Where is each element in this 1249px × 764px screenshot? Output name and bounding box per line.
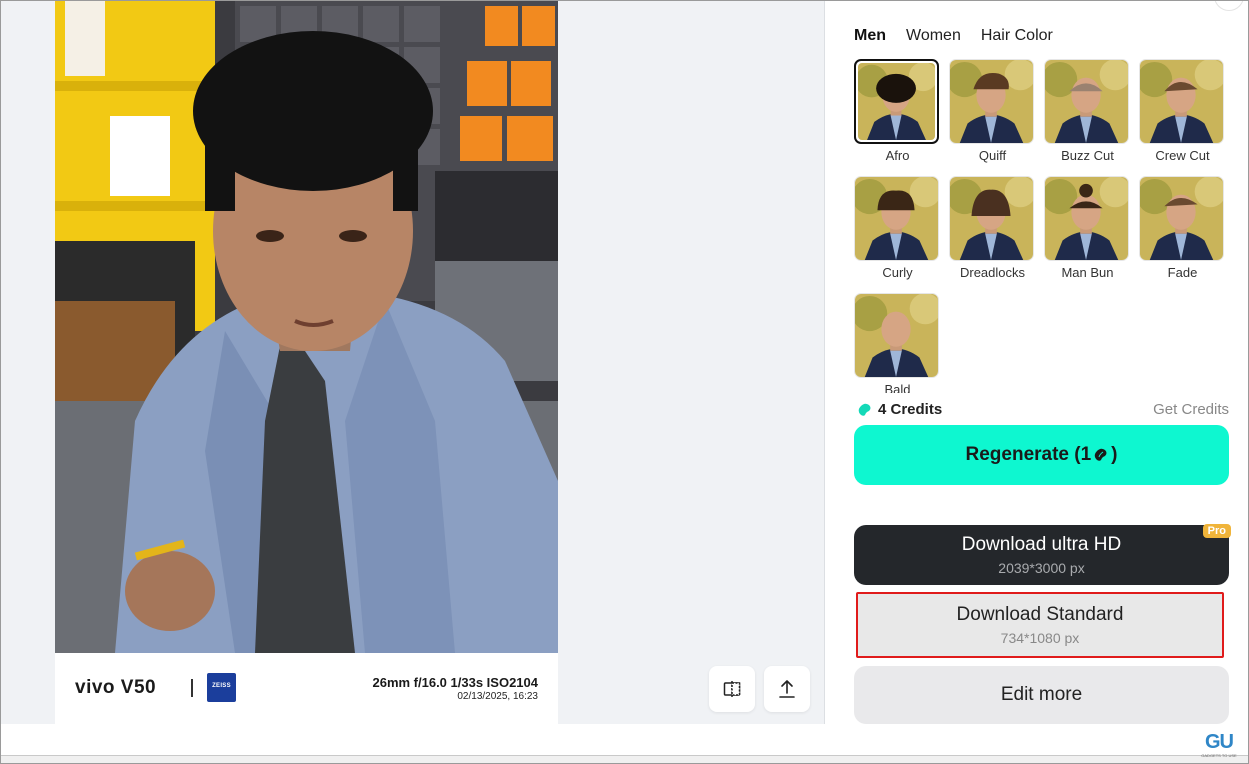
get-credits-link[interactable]: Get Credits [1153, 401, 1229, 418]
download-ultra-label: Download ultra HD [961, 534, 1122, 555]
download-standard-button[interactable]: Download Standard 734*1080 px [856, 592, 1224, 658]
style-crew-cut[interactable]: Crew Cut [1139, 59, 1226, 163]
download-ultra-hd-button[interactable]: Pro Download ultra HD 2039*3000 px [854, 524, 1231, 585]
style-curly[interactable]: Curly [854, 176, 941, 280]
style-thumbnail [1139, 176, 1224, 261]
compare-split-icon [723, 681, 741, 697]
regenerate-label-suffix: ) [1111, 444, 1118, 465]
compare-button[interactable] [709, 666, 755, 712]
credits-row: 4 Credits Get Credits [854, 401, 1229, 421]
style-label: Dreadlocks [959, 265, 1026, 280]
regenerate-label: Regenerate (1 [965, 444, 1092, 465]
style-thumbnail [1044, 176, 1129, 261]
pro-badge: Pro [1202, 524, 1231, 538]
style-dreadlocks[interactable]: Dreadlocks [949, 176, 1036, 280]
portrait-thumbnail [1045, 177, 1128, 260]
close-icon[interactable] [1214, 0, 1244, 11]
portrait-illustration [55, 1, 558, 653]
photo-watermark-footer: vivo V50 ZEISS 26mm f/16.0 1/33s ISO2104… [55, 653, 558, 724]
portrait-thumbnail [950, 60, 1033, 143]
result-photo [55, 1, 558, 653]
site-watermark-logo: GU GADGETS TO USE [1201, 731, 1237, 758]
style-thumbnail [854, 59, 939, 144]
preview-canvas: vivo V50 ZEISS 26mm f/16.0 1/33s ISO2104… [1, 1, 825, 724]
tab-hair-color[interactable]: Hair Color [981, 27, 1053, 45]
style-fade[interactable]: Fade [1139, 176, 1226, 280]
portrait-thumbnail [855, 294, 938, 377]
camera-brand: vivo V50 [75, 677, 157, 698]
download-ultra-size: 2039*3000 px [998, 560, 1085, 576]
download-standard-label: Download Standard [956, 604, 1124, 625]
style-label: Afro [885, 148, 910, 163]
style-thumbnail [854, 293, 939, 378]
style-man-bun[interactable]: Man Bun [1044, 176, 1131, 280]
style-afro[interactable]: Afro [854, 59, 941, 163]
portrait-thumbnail [1140, 60, 1223, 143]
style-label: Buzz Cut [1061, 148, 1114, 163]
hairstyle-panel: Men Women Hair Color Afro Quiff Buzz Cut… [825, 0, 1248, 724]
tab-men[interactable]: Men [854, 27, 886, 45]
credits-count: 4 Credits [878, 401, 943, 418]
style-thumbnail [854, 176, 939, 261]
edit-more-label: Edit more [1000, 684, 1083, 705]
style-label: Crew Cut [1155, 148, 1210, 163]
camera-specs: 26mm f/16.0 1/33s ISO2104 [372, 675, 538, 690]
upload-share-icon [779, 680, 795, 698]
bottom-bar [1, 725, 1248, 756]
style-label: Bald [884, 382, 911, 393]
capture-date: 02/13/2025, 16:23 [457, 691, 538, 702]
style-thumbnail [949, 176, 1034, 261]
style-thumbnail [1139, 59, 1224, 144]
portrait-thumbnail [950, 177, 1033, 260]
zeiss-logo: ZEISS [207, 673, 236, 702]
share-button[interactable] [764, 666, 810, 712]
style-label: Quiff [978, 148, 1007, 163]
style-label: Man Bun [1061, 265, 1114, 280]
bean-credit-icon [1094, 448, 1107, 461]
portrait-thumbnail [1140, 177, 1223, 260]
style-thumbnail [949, 59, 1034, 144]
style-bald[interactable]: Bald [854, 293, 941, 393]
tab-women[interactable]: Women [906, 27, 961, 45]
portrait-thumbnail [1045, 60, 1128, 143]
regenerate-button[interactable]: Regenerate (1 ) [854, 425, 1229, 485]
gender-tabs: Men Women Hair Color [854, 27, 1053, 45]
style-label: Fade [1167, 265, 1198, 280]
portrait-thumbnail [855, 177, 938, 260]
style-label: Curly [882, 265, 913, 280]
portrait-thumbnail [858, 63, 935, 140]
style-buzz-cut[interactable]: Buzz Cut [1044, 59, 1131, 163]
style-thumbnail [1044, 59, 1129, 144]
brand-divider [191, 679, 193, 697]
bean-credit-icon [858, 403, 871, 416]
download-standard-size: 734*1080 px [1000, 630, 1080, 646]
edit-more-button[interactable]: Edit more [854, 666, 1229, 724]
style-quiff[interactable]: Quiff [949, 59, 1036, 163]
bottom-strip [1, 756, 1248, 763]
